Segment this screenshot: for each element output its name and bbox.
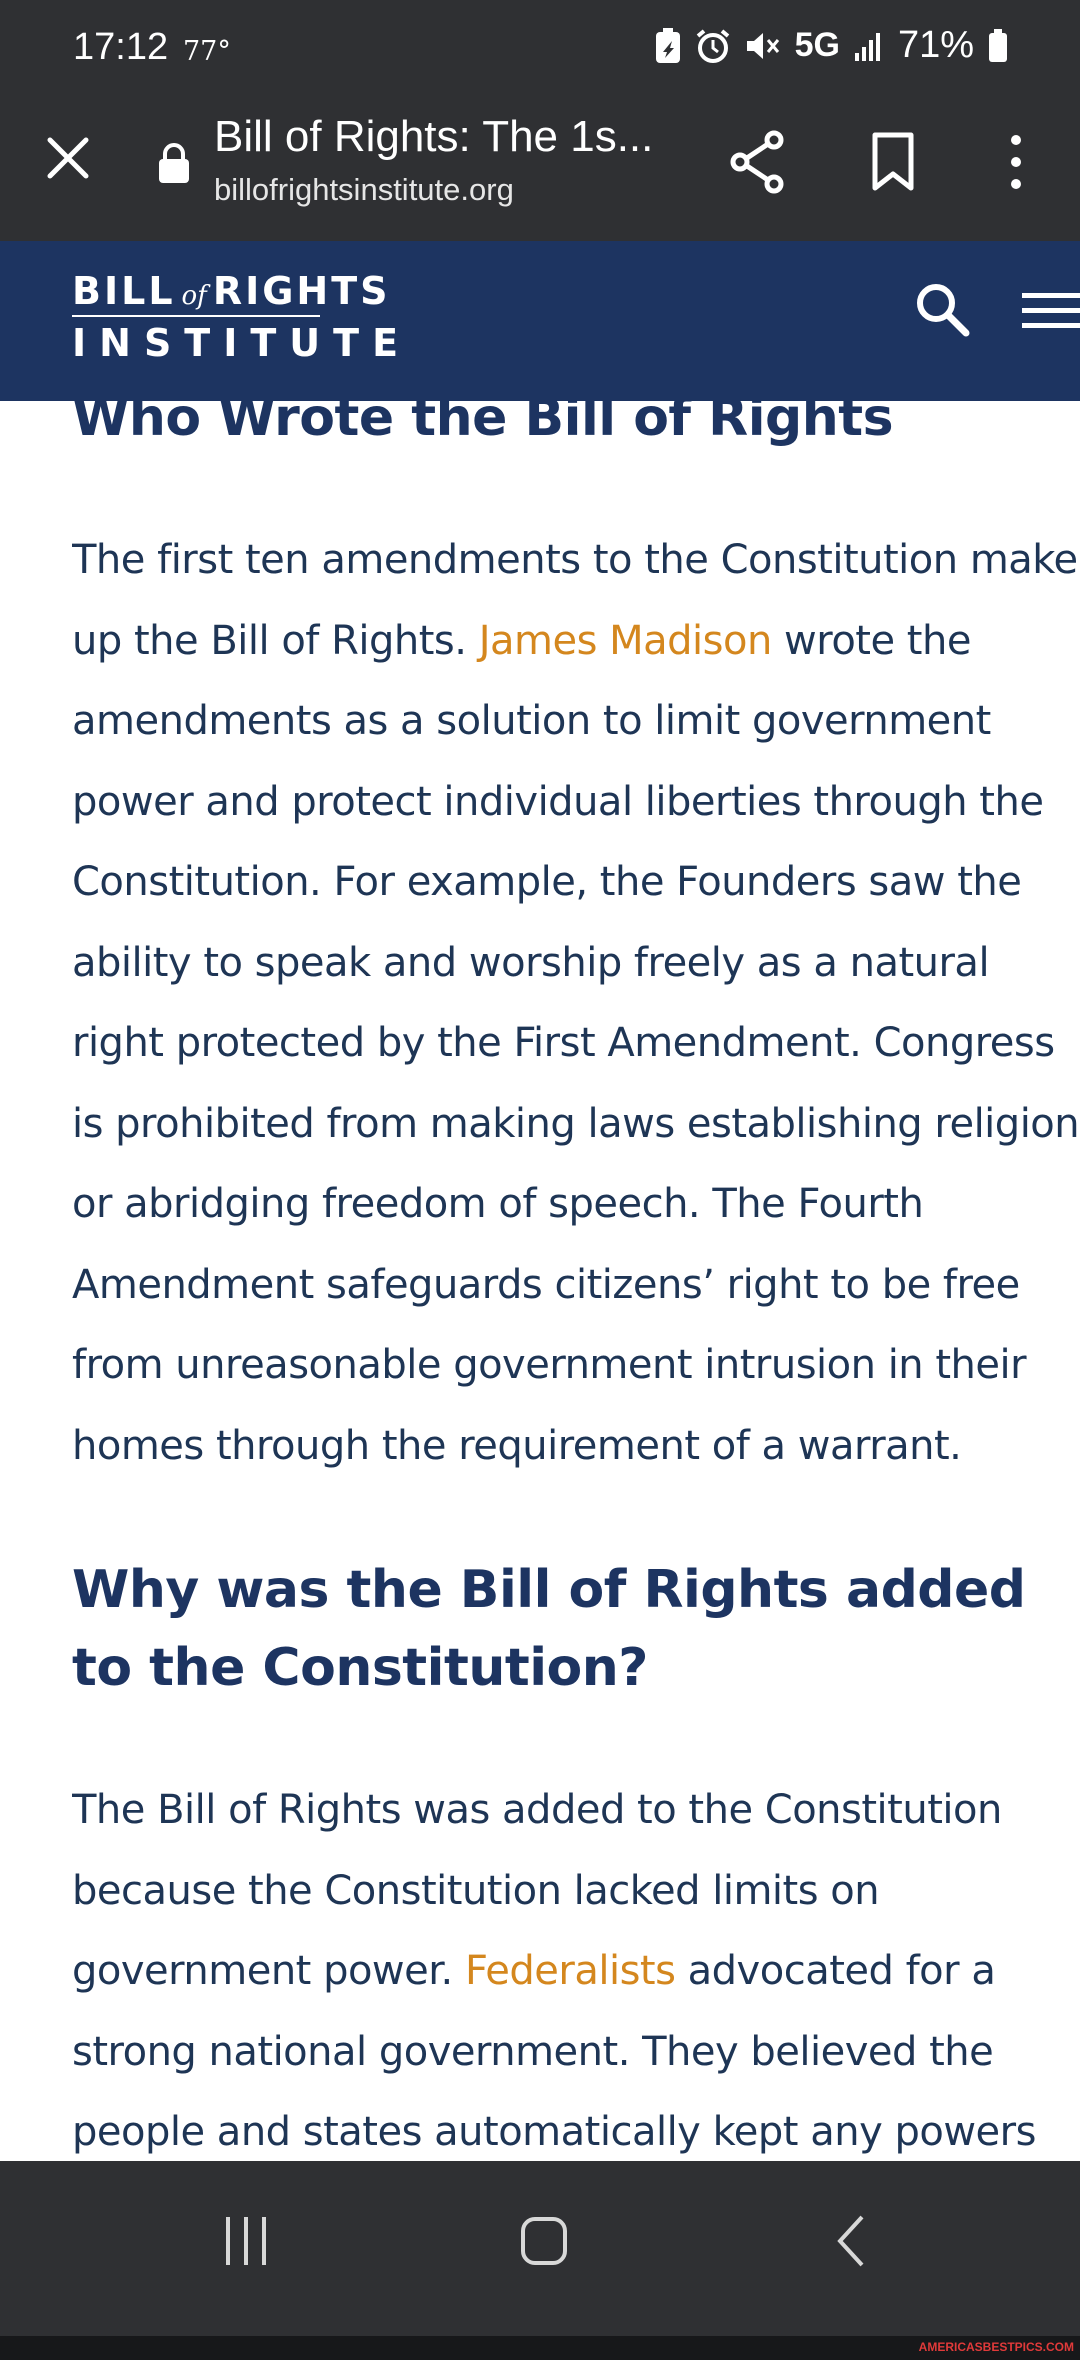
more-options-button[interactable] (1000, 130, 1032, 199)
search-button[interactable] (912, 279, 972, 344)
paragraph-who-wrote: The first ten amendments to the Constitu… (72, 520, 1080, 1486)
browser-toolbar: Bill of Rights: The 1s... billofrightsin… (0, 102, 1080, 241)
alarm-icon (695, 28, 731, 64)
hamburger-menu-icon (1022, 293, 1080, 328)
network-label: 5G (794, 26, 840, 64)
home-icon (521, 2217, 567, 2265)
logo-rights: RIGHTS (212, 269, 391, 313)
section-heading-who-wrote: Who Wrote the Bill of Rights (72, 401, 894, 448)
paragraph-why-added: The Bill of Rights was added to the Cons… (72, 1770, 1080, 2161)
share-button[interactable] (728, 130, 788, 199)
section-heading-why-added: Why was the Bill of Rights added to the … (72, 1560, 1026, 1698)
page-url[interactable]: billofrightsinstitute.org (214, 172, 514, 208)
signal-icon (854, 31, 884, 61)
home-button[interactable] (520, 2213, 568, 2274)
search-icon (917, 284, 970, 337)
logo-institute: INSTITUTE (72, 321, 412, 365)
logo-of: of (181, 281, 207, 311)
mute-icon (745, 28, 781, 64)
status-temperature: 77° (183, 36, 231, 67)
link-federalists[interactable]: Federalists (465, 1948, 676, 1994)
system-navigation-bar (0, 2161, 1080, 2336)
recents-button[interactable] (222, 2213, 270, 2274)
logo-bill: BILL (72, 269, 176, 313)
link-james-madison[interactable]: James Madison (479, 618, 773, 664)
site-logo[interactable]: BILL of RIGHTS INSTITUTE (72, 269, 411, 365)
bookmark-icon (872, 132, 914, 191)
recents-icon (226, 2217, 266, 2265)
battery-saver-icon (655, 27, 681, 64)
status-bar: 17:12 77° 5G 71% (0, 0, 1080, 102)
site-header: BILL of RIGHTS INSTITUTE (0, 241, 1080, 401)
battery-percent: 71% (897, 24, 974, 66)
logo-divider (72, 315, 320, 317)
close-tab-button[interactable] (40, 130, 96, 186)
lock-icon[interactable] (156, 142, 192, 189)
more-vertical-icon (1011, 135, 1021, 189)
back-icon (837, 2215, 864, 2267)
paragraph-text: wrote the amendments as a solution to li… (72, 617, 1080, 1469)
logo-line-1: BILL of RIGHTS (72, 269, 411, 313)
battery-icon (988, 28, 1008, 63)
article-content: Who Wrote the Bill of Rights The first t… (72, 401, 1080, 2161)
status-time: 17:12 (73, 26, 169, 68)
back-button[interactable] (830, 2211, 870, 2276)
watermark: AMERICASBESTPICS.COM (918, 2340, 1074, 2354)
page-title[interactable]: Bill of Rights: The 1s... (214, 112, 653, 162)
status-icons: 5G 71% (655, 24, 1008, 67)
bookmark-button[interactable] (868, 130, 918, 199)
share-icon (730, 130, 784, 194)
menu-button[interactable] (1022, 291, 1080, 336)
close-icon (47, 137, 89, 179)
